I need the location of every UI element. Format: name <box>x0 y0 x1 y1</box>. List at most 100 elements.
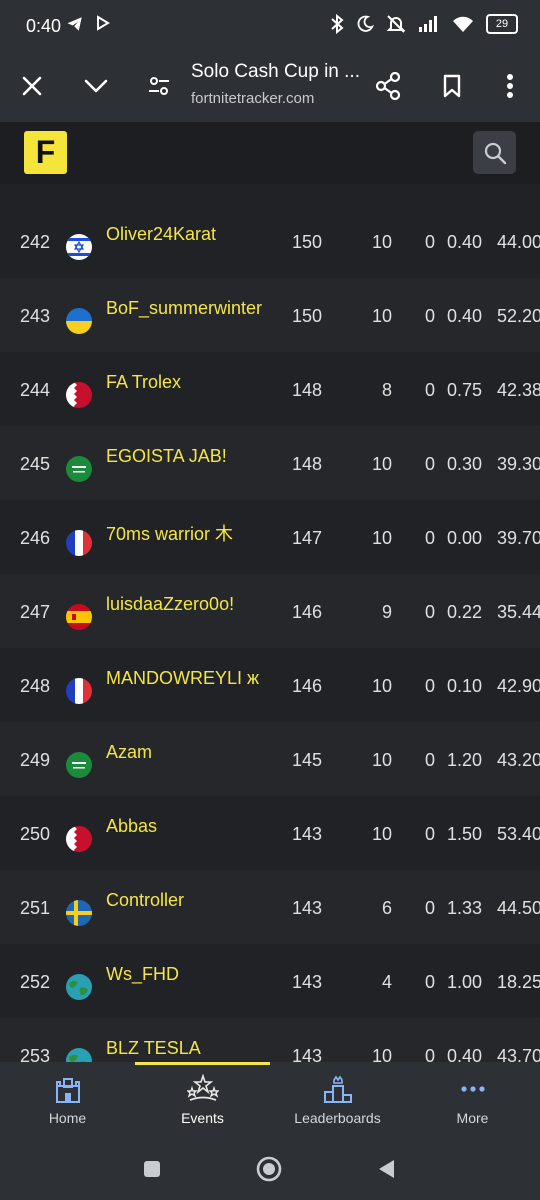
row-points: 147 <box>292 528 323 548</box>
row-points: 148 <box>292 454 323 474</box>
signal-icon <box>419 16 437 32</box>
row-matches: 10 <box>371 454 392 474</box>
row-wins: 0 <box>424 676 435 696</box>
row-kd: 0.75 <box>447 380 483 400</box>
france-flag-icon <box>66 530 92 556</box>
israel-flag-icon <box>66 234 92 260</box>
row-matches: 10 <box>371 1046 392 1062</box>
row-rank: 251 <box>20 898 51 918</box>
row-wins: 0 <box>424 306 435 326</box>
mute-icon <box>386 15 406 33</box>
row-points: 146 <box>292 602 323 622</box>
player-name-link[interactable]: Controller <box>106 890 184 911</box>
table-row[interactable]: 251 Controller 143 6 0 1.33 44.50 <box>0 870 540 944</box>
page-title: Solo Cash Cup in ... <box>191 61 360 82</box>
player-name-link[interactable]: Oliver24Karat <box>106 224 216 245</box>
row-matches: 10 <box>371 528 392 548</box>
table-row[interactable]: 248 MANDOWREYLI ж 146 10 0 0.10 42.90 <box>0 648 540 722</box>
table-row[interactable]: 245 EGOISTA JAB! 148 10 0 0.30 39.30 <box>0 426 540 500</box>
player-name-link[interactable]: 70ms warrior 木 <box>106 520 233 546</box>
row-matches: 10 <box>371 824 392 844</box>
chevron-down-icon <box>84 79 108 93</box>
row-avg-placement: 53.40 <box>497 824 540 844</box>
search-button[interactable] <box>473 131 516 174</box>
player-name-link[interactable]: EGOISTA JAB! <box>106 446 227 467</box>
row-wins: 0 <box>424 602 435 622</box>
share-button[interactable] <box>366 64 410 108</box>
site-logo[interactable]: F <box>24 131 67 174</box>
player-name-link[interactable]: Ws_FHD <box>106 964 179 985</box>
active-tab-indicator <box>135 1062 270 1065</box>
player-name-link[interactable]: FA Trolex <box>106 372 181 393</box>
play-icon <box>97 15 110 31</box>
france-flag-icon <box>66 678 92 704</box>
row-points: 150 <box>292 306 323 326</box>
bottom-tab-bar: Home Events Leaderboards More <box>0 1062 540 1138</box>
table-row[interactable]: 242 Oliver24Karat 150 10 0 0.40 44.00 <box>0 204 540 278</box>
player-name-link[interactable]: BLZ TESLA <box>106 1038 201 1059</box>
player-name-link[interactable]: MANDOWREYLI ж <box>106 668 259 689</box>
row-rank: 250 <box>20 824 51 844</box>
bookmark-icon <box>443 74 461 98</box>
row-points: 143 <box>292 824 323 844</box>
table-row[interactable]: 246 70ms warrior 木 147 10 0 0.00 39.70 <box>0 500 540 574</box>
row-rank: 245 <box>20 454 51 474</box>
back-nav-button[interactable] <box>372 1154 402 1184</box>
page-url[interactable]: fortnitetracker.com <box>191 90 314 107</box>
more-vertical-icon <box>507 74 513 98</box>
row-kd: 0.40 <box>447 1046 483 1062</box>
row-wins: 0 <box>424 824 435 844</box>
close-button[interactable] <box>10 64 54 108</box>
row-wins: 0 <box>424 750 435 770</box>
row-wins: 0 <box>424 528 435 548</box>
row-points: 143 <box>292 1046 323 1062</box>
row-kd: 0.00 <box>447 528 483 548</box>
tab-leaderboards[interactable]: Leaderboards <box>270 1062 405 1138</box>
player-name-link[interactable]: BoF_summerwinter <box>106 298 262 319</box>
row-wins: 0 <box>424 1046 435 1062</box>
bookmark-button[interactable] <box>430 64 474 108</box>
castle-icon <box>55 1078 80 1103</box>
row-rank: 253 <box>20 1046 51 1062</box>
row-kd: 1.50 <box>447 824 483 844</box>
tab-home[interactable]: Home <box>0 1062 135 1138</box>
recents-button[interactable] <box>137 1154 167 1184</box>
row-points: 146 <box>292 676 323 696</box>
table-row[interactable]: 249 Azam 145 10 0 1.20 43.20 <box>0 722 540 796</box>
square-icon <box>144 1161 160 1177</box>
table-row[interactable]: 253 BLZ TESLA 143 10 0 0.40 43.70 <box>0 1018 540 1062</box>
row-avg-placement: 18.25 <box>497 972 540 992</box>
home-nav-button[interactable] <box>254 1154 284 1184</box>
row-points: 148 <box>292 380 323 400</box>
table-row[interactable]: 252 Ws_FHD 143 4 0 1.00 18.25 <box>0 944 540 1018</box>
table-row[interactable]: 250 Abbas 143 10 0 1.50 53.40 <box>0 796 540 870</box>
row-points: 143 <box>292 898 323 918</box>
row-kd: 0.40 <box>447 232 483 252</box>
player-name-link[interactable]: Azam <box>106 742 152 763</box>
site-header: F <box>0 122 540 184</box>
row-matches: 9 <box>381 602 392 622</box>
system-nav-bar <box>0 1138 540 1200</box>
row-kd: 1.20 <box>447 750 483 770</box>
site-settings-button[interactable] <box>137 64 181 108</box>
tab-events-label: Events <box>181 1110 224 1126</box>
player-name-link[interactable]: Abbas <box>106 816 157 837</box>
spain-flag-icon <box>66 604 92 630</box>
row-rank: 252 <box>20 972 51 992</box>
collapse-button[interactable] <box>74 64 118 108</box>
row-avg-placement: 43.20 <box>497 750 540 770</box>
table-row[interactable]: 243 BoF_summerwinter 150 10 0 0.40 52.20 <box>0 278 540 352</box>
tab-events[interactable]: Events <box>135 1062 270 1138</box>
menu-button[interactable] <box>488 64 532 108</box>
tab-home-label: Home <box>48 1110 87 1126</box>
status-bar: 0:40 29 <box>0 0 540 50</box>
row-kd: 0.10 <box>447 676 483 696</box>
tune-icon <box>149 77 169 95</box>
row-rank: 246 <box>20 528 51 548</box>
row-rank: 243 <box>20 306 51 326</box>
table-row[interactable]: 247 luisdaaZzero0o! 146 9 0 0.22 35.44 <box>0 574 540 648</box>
tab-more[interactable]: More <box>405 1062 540 1138</box>
row-avg-placement: 39.30 <box>497 454 540 474</box>
player-name-link[interactable]: luisdaaZzero0o! <box>106 594 234 615</box>
table-row[interactable]: 244 FA Trolex 148 8 0 0.75 42.38 <box>0 352 540 426</box>
